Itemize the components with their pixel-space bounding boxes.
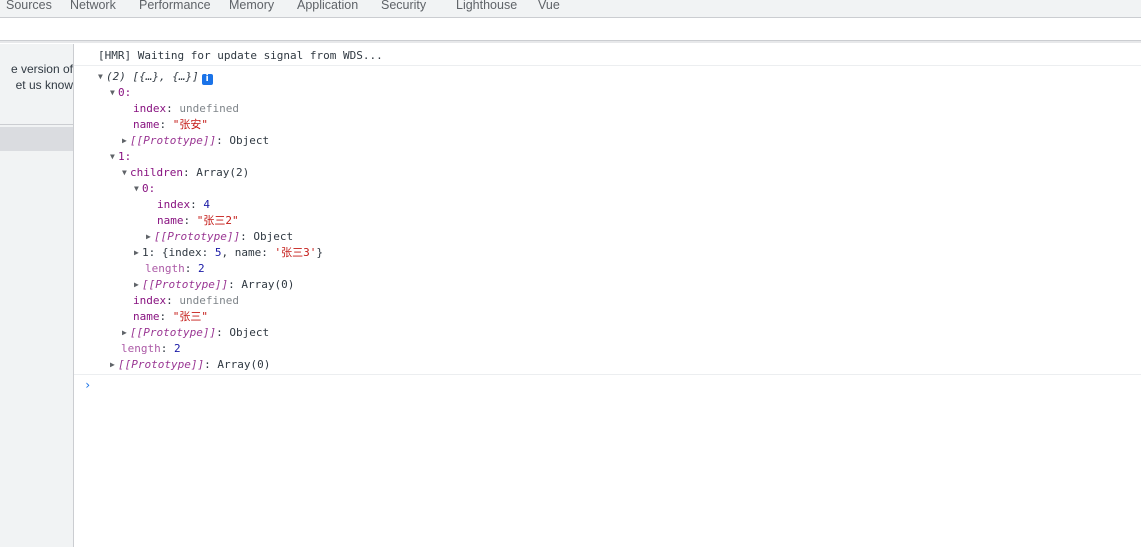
child-item-0[interactable]: ▼ 0: [134, 181, 155, 197]
prop-value: Array(2) [196, 166, 250, 179]
collapse-triangle-icon[interactable]: ▶ [134, 245, 142, 261]
collapse-triangle-icon[interactable]: ▶ [134, 277, 142, 293]
prop-value: 2 [198, 262, 205, 275]
item1-prop-name: name: "张三" [133, 310, 208, 323]
prop-value: "张安" [172, 118, 208, 131]
prop-value: Array(0) [217, 358, 271, 371]
console-prompt-icon[interactable]: › [84, 377, 91, 393]
sidebar-message-line2: et us know [15, 78, 73, 92]
console-output: [HMR] Waiting for update signal from WDS… [74, 44, 1141, 547]
child-prop-prototype[interactable]: ▶ [[Prototype]]: Object [146, 229, 293, 245]
tree-root[interactable]: ▼ (2) [{…}, {…}] i [98, 69, 213, 85]
console-sidebar: e version of et us know [0, 44, 74, 547]
child-prop-name: name: "张三2" [157, 214, 239, 227]
preview-mid: , name: [221, 246, 275, 259]
tab-sources[interactable]: Sources [6, 0, 52, 13]
sidebar-divider [0, 124, 73, 125]
item-key: 0: [118, 86, 132, 99]
panel-tab-bar: Sources Network Performance Memory Appli… [0, 0, 1141, 18]
sidebar-message-line1: e version of [10, 62, 73, 76]
prop-value: "张三2" [196, 214, 239, 227]
prop-value: Object [229, 134, 270, 147]
expand-triangle-icon[interactable]: ▼ [134, 181, 142, 197]
prop-key: [[Prototype]] [130, 134, 217, 147]
children-prototype[interactable]: ▶ [[Prototype]]: Array(0) [134, 277, 294, 293]
prop-key: [[Prototype]] [130, 326, 217, 339]
devtools-window: Sources Network Performance Memory Appli… [0, 0, 1141, 547]
prop-key: index [157, 198, 191, 211]
sidebar-item-selected[interactable] [0, 127, 73, 151]
collapse-triangle-icon[interactable]: ▶ [110, 357, 118, 373]
tab-security[interactable]: Security [381, 0, 426, 13]
collapse-triangle-icon[interactable]: ▶ [122, 133, 130, 149]
prop-key: [[Prototype]] [142, 278, 229, 291]
prop-key: index [133, 294, 167, 307]
prop-key: length [145, 262, 185, 275]
prop-name: name: "张安" [133, 118, 208, 131]
root-summary: (2) [{…}, {…}] [106, 70, 199, 83]
prop-value: undefined [179, 294, 239, 307]
preview-suffix: } [316, 246, 323, 259]
expand-triangle-icon[interactable]: ▼ [98, 69, 106, 85]
prop-value: "张三" [172, 310, 208, 323]
tab-vue[interactable]: Vue [538, 0, 560, 13]
prop-value: Array(0) [241, 278, 295, 291]
item1-prop-prototype[interactable]: ▶ [[Prototype]]: Object [122, 325, 269, 341]
tab-lighthouse[interactable]: Lighthouse [456, 0, 517, 13]
prop-prototype[interactable]: ▶ [[Prototype]]: Object [122, 133, 269, 149]
tree-item-1[interactable]: ▼ 1: [110, 149, 131, 165]
prop-children[interactable]: ▼ children: Array(2) [122, 165, 249, 181]
prop-index: index: undefined [133, 102, 239, 115]
collapse-triangle-icon[interactable]: ▶ [146, 229, 154, 245]
root-length: length: 2 [121, 342, 181, 355]
prop-key: name [133, 310, 160, 323]
prop-key: [[Prototype]] [154, 230, 241, 243]
item-key: 1: [118, 150, 132, 163]
expand-triangle-icon[interactable]: ▼ [110, 85, 118, 101]
preview-prefix: 1: {index: [142, 246, 215, 259]
prop-key: length [121, 342, 161, 355]
tree-item-0[interactable]: ▼ 0: [110, 85, 131, 101]
tab-application[interactable]: Application [297, 0, 358, 13]
children-length: length: 2 [145, 262, 205, 275]
console-message-hmr: [HMR] Waiting for update signal from WDS… [74, 44, 1141, 66]
expand-triangle-icon[interactable]: ▼ [122, 165, 130, 181]
tab-memory[interactable]: Memory [229, 0, 274, 13]
info-icon[interactable]: i [201, 74, 213, 85]
child-prop-index: index: 4 [157, 198, 210, 211]
collapse-triangle-icon[interactable]: ▶ [122, 325, 130, 341]
console-toolbar [0, 18, 1141, 41]
expand-triangle-icon[interactable]: ▼ [110, 149, 118, 165]
prop-key: children [130, 166, 183, 179]
prop-key: name [157, 214, 184, 227]
prop-value: 4 [203, 198, 210, 211]
preview-name: '张三3' [274, 246, 317, 259]
hmr-message-text: [HMR] Waiting for update signal from WDS… [98, 49, 383, 62]
item1-prop-index: index: undefined [133, 294, 239, 307]
toolbar-divider [0, 41, 1141, 43]
prop-value: undefined [179, 102, 239, 115]
prop-key: index [133, 102, 167, 115]
sidebar-message: e version of et us know [0, 61, 73, 93]
child-item-1[interactable]: ▶ 1: {index: 5, name: '张三3'} [134, 245, 323, 261]
root-prototype[interactable]: ▶ [[Prototype]]: Array(0) [110, 357, 270, 373]
item-key: 0: [142, 182, 156, 195]
console-message-array: ▼ (2) [{…}, {…}] i ▼ 0: index: undefined na… [74, 66, 1141, 375]
prop-key: name [133, 118, 160, 131]
prop-value: Object [229, 326, 270, 339]
tab-performance[interactable]: Performance [139, 0, 211, 13]
prop-value: 2 [174, 342, 181, 355]
prop-value: Object [253, 230, 294, 243]
tab-network[interactable]: Network [70, 0, 116, 13]
prop-key: [[Prototype]] [118, 358, 205, 371]
